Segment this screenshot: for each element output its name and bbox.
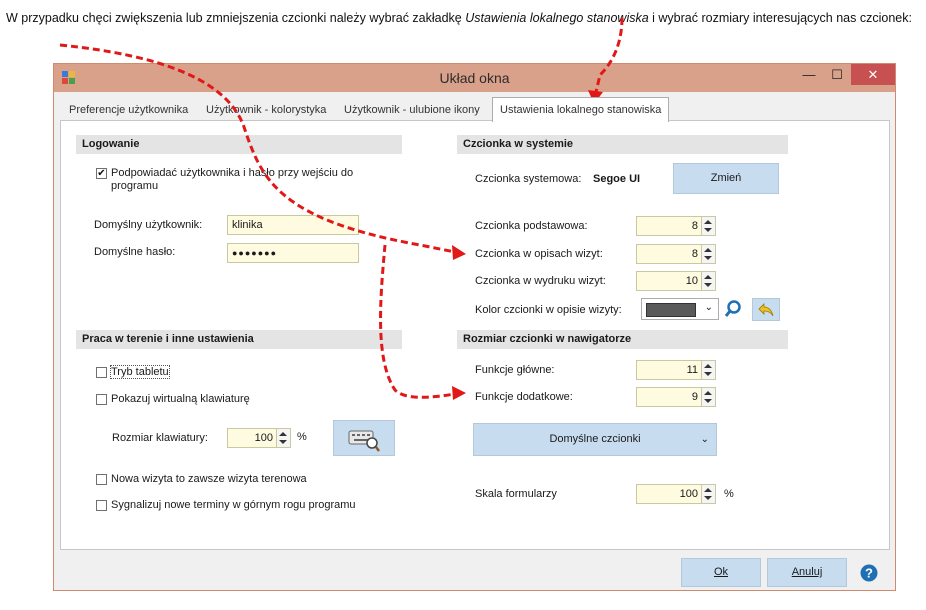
annotation-arrows [59, 17, 624, 400]
arrow-to-local-station-tab [594, 17, 624, 93]
arrowhead-icon [452, 386, 466, 400]
tab-local-station-settings[interactable]: Ustawienia lokalnego stanowiska [492, 97, 670, 122]
arrowhead-icon [452, 245, 466, 260]
arrow-to-visit-description-font [59, 43, 456, 254]
arrow-to-extra-functions [379, 244, 456, 399]
